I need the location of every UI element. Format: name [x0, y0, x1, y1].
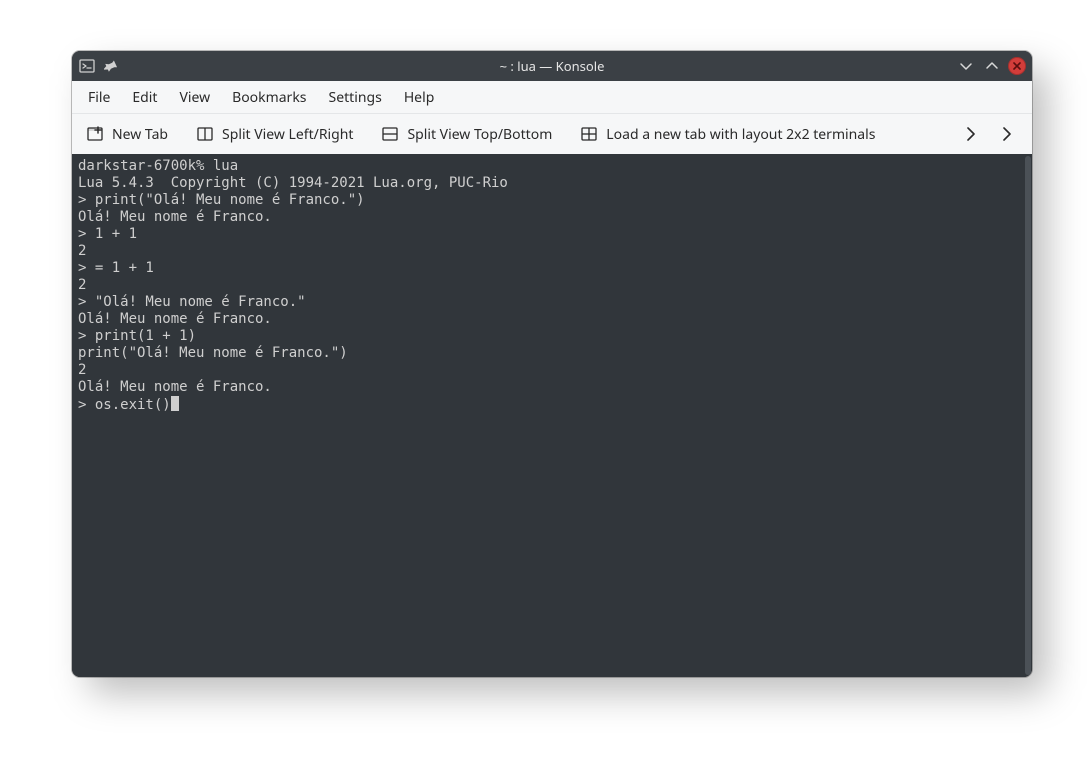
- toolbar-overflow-icon[interactable]: [998, 125, 1016, 143]
- menu-file[interactable]: File: [78, 84, 120, 111]
- pin-icon[interactable]: [102, 57, 120, 75]
- new-tab-button[interactable]: New Tab: [80, 121, 174, 148]
- split-tb-icon: [381, 125, 399, 143]
- shell-prompt: darkstar-6700k%: [78, 158, 213, 174]
- lua-prompt: >: [78, 260, 95, 276]
- terminal-line: > = 1 + 1: [78, 260, 1018, 277]
- new-tab-icon: [86, 125, 104, 143]
- lua-prompt: >: [78, 192, 95, 208]
- lua-prompt: >: [78, 397, 95, 413]
- menu-bookmarks[interactable]: Bookmarks: [222, 84, 316, 111]
- close-button[interactable]: [1008, 57, 1026, 75]
- chevron-right-icon[interactable]: [962, 125, 980, 143]
- split-lr-icon: [196, 125, 214, 143]
- split-left-right-button[interactable]: Split View Left/Right: [190, 121, 359, 148]
- menu-bar: File Edit View Bookmarks Settings Help: [72, 81, 1032, 113]
- menu-view[interactable]: View: [169, 84, 220, 111]
- title-bar[interactable]: ~ : lua — Konsole: [72, 51, 1032, 81]
- scrollbar-thumb[interactable]: [1025, 156, 1031, 675]
- lua-prompt: >: [78, 226, 95, 242]
- minimize-button[interactable]: [956, 56, 976, 76]
- terminal-line: Olá! Meu nome é Franco.: [78, 379, 1018, 396]
- terminal-line: > print("Olá! Meu nome é Franco."): [78, 192, 1018, 209]
- terminal-line: Olá! Meu nome é Franco.: [78, 209, 1018, 226]
- new-tab-label: New Tab: [112, 125, 168, 144]
- maximize-button[interactable]: [982, 56, 1002, 76]
- terminal-line: Olá! Meu nome é Franco.: [78, 311, 1018, 328]
- terminal-line: darkstar-6700k% lua: [78, 158, 1018, 175]
- split-top-bottom-button[interactable]: Split View Top/Bottom: [375, 121, 558, 148]
- app-menu-icon[interactable]: [78, 57, 96, 75]
- split-lr-label: Split View Left/Right: [222, 125, 353, 144]
- terminal-line: 2: [78, 277, 1018, 294]
- split-tb-label: Split View Top/Bottom: [407, 125, 552, 144]
- load-layout-button[interactable]: Load a new tab with layout 2x2 terminals: [574, 121, 881, 148]
- terminal-area: darkstar-6700k% luaLua 5.4.3 Copyright (…: [72, 154, 1032, 677]
- terminal-line: > "Olá! Meu nome é Franco.": [78, 294, 1018, 311]
- grid-2x2-icon: [580, 125, 598, 143]
- menu-settings[interactable]: Settings: [319, 84, 392, 111]
- terminal-line: Lua 5.4.3 Copyright (C) 1994-2021 Lua.or…: [78, 175, 1018, 192]
- terminal-line: 2: [78, 362, 1018, 379]
- scrollbar[interactable]: [1024, 154, 1032, 677]
- menu-edit[interactable]: Edit: [122, 84, 167, 111]
- toolbar: New Tab Split View Left/Right: [72, 113, 1032, 154]
- load-layout-label: Load a new tab with layout 2x2 terminals: [606, 125, 875, 144]
- terminal-cursor: [171, 396, 179, 411]
- menu-help[interactable]: Help: [394, 84, 445, 111]
- terminal-line: > print(1 + 1): [78, 328, 1018, 345]
- terminal-line: 2: [78, 243, 1018, 260]
- lua-prompt: >: [78, 328, 95, 344]
- konsole-window: ~ : lua — Konsole File Edit View Bookmar…: [72, 51, 1032, 677]
- terminal-line: print("Olá! Meu nome é Franco."): [78, 345, 1018, 362]
- window-title: ~ : lua — Konsole: [72, 57, 1032, 75]
- terminal-line: > os.exit(): [78, 396, 1018, 414]
- terminal[interactable]: darkstar-6700k% luaLua 5.4.3 Copyright (…: [72, 154, 1024, 677]
- lua-prompt: >: [78, 294, 95, 310]
- terminal-line: > 1 + 1: [78, 226, 1018, 243]
